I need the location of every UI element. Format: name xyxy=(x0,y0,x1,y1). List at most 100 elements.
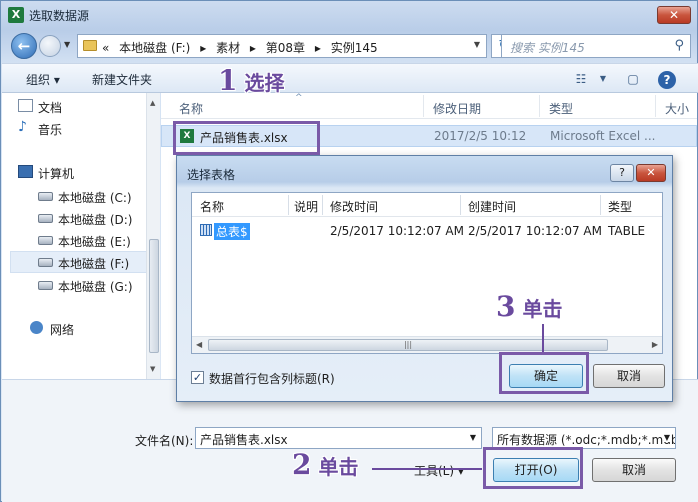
callout-2-highlight xyxy=(483,447,583,489)
breadcrumb-item-drive-f[interactable]: 本地磁盘 (F:) xyxy=(119,41,190,55)
forward-arrow-icon[interactable] xyxy=(39,35,61,57)
search-icon[interactable]: ⚲ xyxy=(674,38,684,53)
table-row[interactable]: 总表$ 2/5/2017 10:12:07 AM 2/5/2017 10:12:… xyxy=(192,221,662,241)
breadcrumb-item-example[interactable]: 实例145 xyxy=(331,41,378,55)
breadcrumb-separator[interactable]: ▸ xyxy=(200,41,206,55)
dialog-help-button[interactable]: ? xyxy=(610,164,634,182)
callout-2-leader-line xyxy=(372,468,482,470)
breadcrumb-overflow[interactable]: « xyxy=(102,41,109,55)
drive-icon xyxy=(38,236,53,245)
column-divider[interactable] xyxy=(288,195,289,215)
column-header-type[interactable]: 类型 xyxy=(608,198,632,215)
folder-icon xyxy=(83,40,97,51)
select-table-dialog: 选择表格 ? ✕ 名称 说明 修改时间 创建时间 类型 总表$ 2/5/2017… xyxy=(176,155,673,402)
sidebar-item-label: 本地磁盘 (E:) xyxy=(58,235,131,249)
breadcrumb-item-sucai[interactable]: 素材 xyxy=(216,41,240,55)
column-divider[interactable] xyxy=(539,95,540,117)
filename-dropdown-icon[interactable]: ▼ xyxy=(470,433,476,442)
column-header-name[interactable]: 名称 xyxy=(200,198,224,215)
sidebar-item-drive-e[interactable]: 本地磁盘 (E:) xyxy=(38,233,131,250)
address-bar[interactable]: « 本地磁盘 (F:) ▸ 素材 ▸ 第08章 ▸ 实例145 ▼ xyxy=(77,34,487,58)
breadcrumb-separator[interactable]: ▸ xyxy=(250,41,256,55)
sidebar-item-drive-c[interactable]: 本地磁盘 (C:) xyxy=(38,189,132,206)
address-dropdown-icon[interactable]: ▼ xyxy=(474,40,480,49)
search-input[interactable]: 搜索 实例145 ⚲ xyxy=(501,34,691,58)
view-dropdown-icon[interactable]: ▼ xyxy=(592,69,614,89)
organize-menu-button[interactable]: 组织 ▾ xyxy=(26,71,60,88)
first-row-header-checkbox[interactable]: ✓ xyxy=(191,371,204,384)
scroll-up-icon[interactable]: ▲ xyxy=(150,99,155,107)
sidebar-item-label: 计算机 xyxy=(38,167,75,181)
column-divider[interactable] xyxy=(460,195,461,215)
sidebar-item-label: 本地磁盘 (C:) xyxy=(58,191,132,205)
drive-icon xyxy=(38,281,53,290)
column-header-name[interactable]: 名称 xyxy=(179,100,203,117)
drive-icon xyxy=(38,258,53,267)
column-divider[interactable] xyxy=(600,195,601,215)
dialog-close-button[interactable]: ✕ xyxy=(636,164,666,182)
table-icon xyxy=(200,224,212,236)
scroll-down-icon[interactable]: ▼ xyxy=(150,365,155,373)
breadcrumb-separator[interactable]: ▸ xyxy=(315,41,321,55)
filetype-select[interactable]: 所有数据源 (*.odc;*.mdb;*.mdb) ▼ xyxy=(492,427,676,449)
breadcrumb: « 本地磁盘 (F:) ▸ 素材 ▸ 第08章 ▸ 实例145 xyxy=(102,39,384,56)
callout-3-leader-line xyxy=(542,324,544,352)
cancel-button[interactable]: 取消 xyxy=(592,458,676,482)
navigation-bar: ← ▼ « 本地磁盘 (F:) ▸ 素材 ▸ 第08章 ▸ 实例145 ▼ ↻ … xyxy=(7,31,693,61)
sidebar-item-drive-g[interactable]: 本地磁盘 (G:) xyxy=(38,278,133,295)
window-close-button[interactable]: ✕ xyxy=(657,6,691,24)
filename-value: 产品销售表.xlsx xyxy=(200,433,288,447)
column-header-created[interactable]: 创建时间 xyxy=(468,198,516,215)
file-modified: 2017/2/5 10:12 xyxy=(434,129,527,143)
preview-pane-icon[interactable]: ▢ xyxy=(622,69,644,89)
column-header-size[interactable]: 大小 xyxy=(665,100,689,117)
table-name: 总表$ xyxy=(214,223,250,240)
document-icon xyxy=(18,99,33,112)
filetype-dropdown-icon[interactable]: ▼ xyxy=(663,433,670,442)
back-arrow-icon[interactable]: ← xyxy=(11,33,37,59)
callout-3-text: 单击 xyxy=(522,297,563,321)
table-horizontal-scrollbar[interactable]: ◀ ||| ▶ xyxy=(192,336,662,353)
filetype-value: 所有数据源 (*.odc;*.mdb;*.mdb) xyxy=(497,433,676,447)
scroll-left-icon[interactable]: ◀ xyxy=(196,340,202,349)
history-dropdown-icon[interactable]: ▼ xyxy=(64,40,70,49)
view-options-icon[interactable]: ☷ xyxy=(570,69,592,89)
search-placeholder: 搜索 实例145 xyxy=(510,41,585,55)
file-type: Microsoft Excel ... xyxy=(550,129,656,143)
sidebar-item-computer[interactable]: 计算机 xyxy=(18,165,75,182)
table-scroll-thumb[interactable]: ||| xyxy=(208,339,608,351)
title-bar: X 选取数据源 ✕ xyxy=(1,1,697,29)
table-type: TABLE xyxy=(608,224,646,238)
column-divider[interactable] xyxy=(655,95,656,117)
column-header-modified[interactable]: 修改日期 xyxy=(433,100,481,117)
callout-3-highlight xyxy=(499,352,589,394)
table-modified: 2/5/2017 10:12:07 AM xyxy=(330,224,464,238)
tools-menu-button[interactable]: 工具(L) ▾ xyxy=(414,462,464,479)
help-icon[interactable]: ? xyxy=(658,71,676,89)
column-divider[interactable] xyxy=(423,95,424,117)
scroll-right-icon[interactable]: ▶ xyxy=(652,340,658,349)
table-created: 2/5/2017 10:12:07 AM xyxy=(468,224,602,238)
new-folder-button[interactable]: 新建文件夹 xyxy=(92,71,152,88)
column-header-description[interactable]: 说明 xyxy=(294,198,318,215)
sidebar-item-network[interactable]: 网络 xyxy=(30,321,74,338)
window-title: 选取数据源 xyxy=(29,9,90,23)
sidebar-item-drive-f[interactable]: 本地磁盘 (F:) xyxy=(38,255,129,272)
dialog-cancel-button[interactable]: 取消 xyxy=(593,364,665,388)
sidebar-scrollbar[interactable]: ▲ ▼ xyxy=(146,93,160,379)
breadcrumb-item-chapter[interactable]: 第08章 xyxy=(266,41,305,55)
column-divider[interactable] xyxy=(322,195,323,215)
sidebar-item-drive-d[interactable]: 本地磁盘 (D:) xyxy=(38,211,132,228)
sidebar-item-music[interactable]: ♪ 音乐 xyxy=(18,120,62,138)
column-header-type[interactable]: 类型 xyxy=(549,100,573,117)
sidebar-scroll-thumb[interactable] xyxy=(149,239,159,353)
computer-icon xyxy=(18,165,33,178)
column-header-modified[interactable]: 修改时间 xyxy=(330,198,378,215)
callout-2-number: 2 xyxy=(292,448,312,481)
filename-input[interactable]: 产品销售表.xlsx ▼ xyxy=(195,427,482,449)
first-row-header-label[interactable]: 数据首行包含列标题(R) xyxy=(209,370,335,387)
callout-1-label: 1 选择 xyxy=(218,64,284,97)
sort-ascending-icon: ^ xyxy=(295,93,303,103)
sidebar-item-documents[interactable]: 文档 xyxy=(18,99,62,116)
callout-3-label: 3 单击 xyxy=(496,290,562,323)
